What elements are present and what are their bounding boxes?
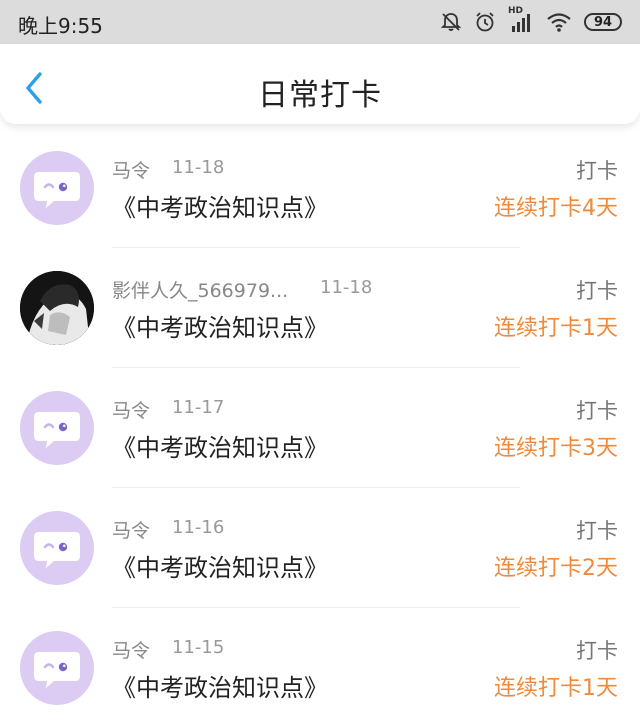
- checkin-list-item[interactable]: 马令 11-17 《中考政治知识点》 打卡 连续打卡3天: [0, 368, 640, 488]
- username: 马令: [112, 520, 151, 542]
- user-photo-icon: [20, 271, 94, 345]
- nav-header: 日常打卡: [0, 44, 640, 124]
- username: 马令: [112, 160, 151, 182]
- checkin-button[interactable]: 打卡: [576, 275, 618, 305]
- cellular-signal-icon: HD: [508, 6, 534, 32]
- status-bar: 晚上9:55 HD 94: [0, 0, 640, 44]
- checkin-button[interactable]: 打卡: [576, 515, 618, 545]
- username: 马令: [112, 640, 151, 662]
- username: 马令: [112, 400, 151, 422]
- streak-label: 连续打卡2天: [494, 556, 618, 581]
- checkin-list-item[interactable]: 影伴人久_566979... 11-18 《中考政治知识点》 打卡 连续打卡1天: [0, 248, 640, 368]
- battery-indicator: 94: [584, 13, 622, 31]
- chat-bubble-avatar-icon: [34, 532, 80, 568]
- avatar[interactable]: [20, 151, 94, 225]
- checkin-list-item[interactable]: 马令 11-16 《中考政治知识点》 打卡 连续打卡2天: [0, 488, 640, 608]
- avatar[interactable]: [20, 391, 94, 465]
- checkin-date: 11-18: [172, 157, 225, 178]
- streak-label: 连续打卡1天: [494, 676, 618, 701]
- checkin-button[interactable]: 打卡: [576, 155, 618, 185]
- checkin-date: 11-15: [172, 637, 225, 658]
- status-icons: HD 94: [440, 6, 622, 36]
- checkin-list-item[interactable]: 马令 11-15 《中考政治知识点》 打卡 连续打卡1天: [0, 608, 640, 728]
- book-title: 《中考政治知识点》: [112, 674, 328, 702]
- streak-label: 连续打卡4天: [494, 196, 618, 221]
- wifi-icon: [546, 12, 572, 32]
- mute-bell-icon: [440, 11, 462, 33]
- checkin-list-item[interactable]: 马令 11-18 《中考政治知识点》 打卡 连续打卡4天: [0, 128, 640, 248]
- avatar[interactable]: [20, 511, 94, 585]
- chat-bubble-avatar-icon: [34, 412, 80, 448]
- page-title: 日常打卡: [258, 78, 382, 113]
- book-title: 《中考政治知识点》: [112, 434, 328, 462]
- status-time: 晚上9:55: [18, 14, 103, 38]
- chat-bubble-avatar-icon: [34, 652, 80, 688]
- checkin-button[interactable]: 打卡: [576, 635, 618, 665]
- avatar[interactable]: [20, 271, 94, 345]
- checkin-button[interactable]: 打卡: [576, 395, 618, 425]
- checkin-list: 马令 11-18 《中考政治知识点》 打卡 连续打卡4天 影伴人久_566979…: [0, 128, 640, 728]
- checkin-date: 11-18: [320, 277, 373, 298]
- checkin-date: 11-16: [172, 517, 225, 538]
- username: 影伴人久_566979...: [112, 280, 289, 302]
- book-title: 《中考政治知识点》: [112, 194, 328, 222]
- book-title: 《中考政治知识点》: [112, 554, 328, 582]
- chat-bubble-avatar-icon: [34, 172, 80, 208]
- alarm-clock-icon: [474, 11, 496, 33]
- checkin-date: 11-17: [172, 397, 225, 418]
- avatar[interactable]: [20, 631, 94, 705]
- streak-label: 连续打卡3天: [494, 436, 618, 461]
- streak-label: 连续打卡1天: [494, 316, 618, 341]
- book-title: 《中考政治知识点》: [112, 314, 328, 342]
